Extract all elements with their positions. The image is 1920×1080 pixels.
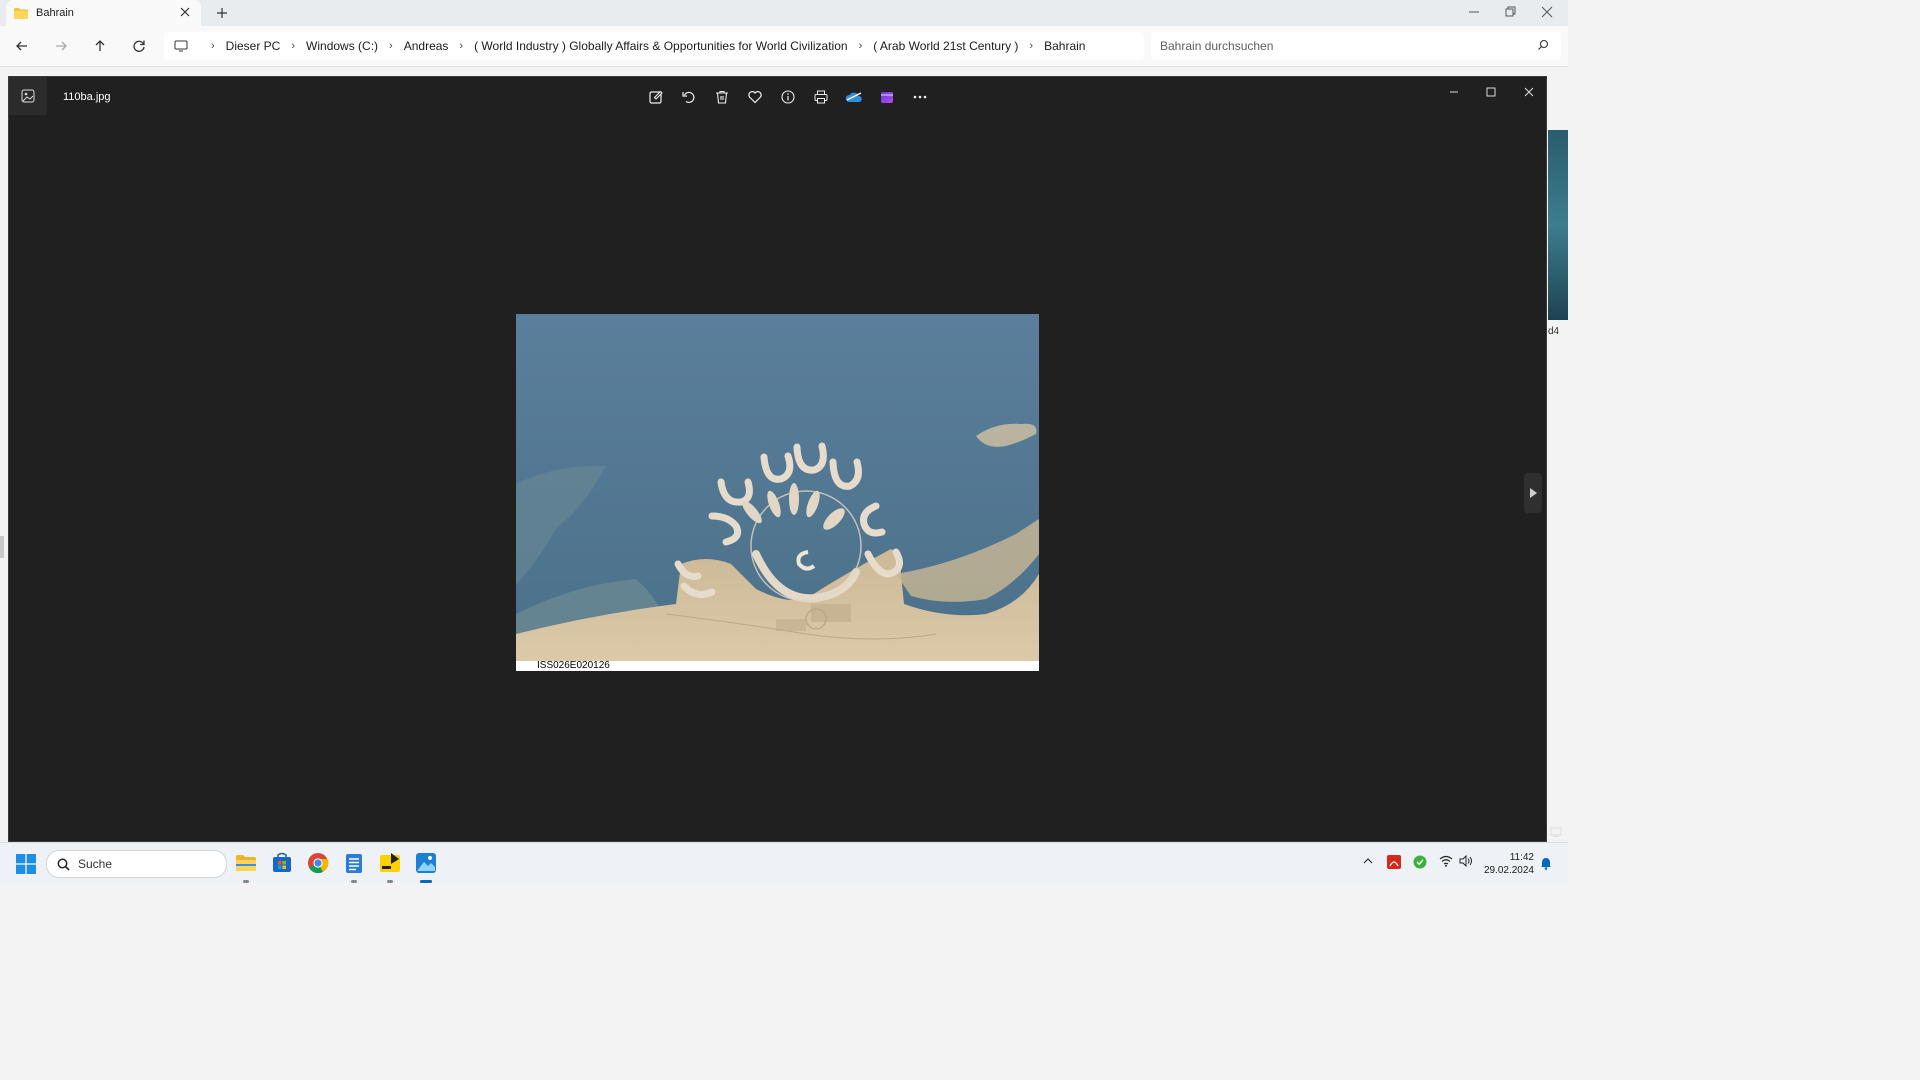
chevron-right-icon[interactable]: › <box>859 40 863 52</box>
restore-icon[interactable] <box>1501 4 1519 20</box>
search-icon <box>57 858 70 871</box>
background-window-thumbnail <box>1548 130 1568 320</box>
print-icon[interactable] <box>804 88 837 106</box>
acrobat-tray-icon[interactable] <box>1387 855 1401 869</box>
security-tray-icon[interactable] <box>1413 855 1427 869</box>
rotate-icon[interactable] <box>672 88 705 106</box>
viewer-minimize-icon[interactable] <box>1447 85 1461 99</box>
chevron-right-icon[interactable]: › <box>211 40 215 52</box>
more-icon[interactable] <box>903 88 936 106</box>
notepad-icon[interactable] <box>342 851 366 883</box>
start-button[interactable] <box>16 854 36 874</box>
favorite-icon[interactable] <box>738 88 771 106</box>
photos-app-icon[interactable] <box>9 77 47 115</box>
show-hidden-icons-icon[interactable] <box>1362 855 1374 867</box>
fullscreen-icon[interactable] <box>1550 827 1562 837</box>
search-input[interactable]: Bahrain durchsuchen <box>1151 32 1561 60</box>
back-icon[interactable] <box>14 38 30 54</box>
chrome-icon[interactable] <box>306 851 330 875</box>
photos-icon[interactable] <box>414 851 438 883</box>
address-bar: › Dieser PC › Windows (C:) › Andreas › (… <box>0 26 1568 67</box>
breadcrumb-item[interactable]: Windows (C:) <box>306 39 378 53</box>
chevron-right-icon[interactable]: › <box>459 40 463 52</box>
up-icon[interactable] <box>92 38 108 54</box>
play-right-icon <box>1530 488 1537 498</box>
title-bar: Bahrain <box>0 0 1568 26</box>
chevron-right-icon[interactable]: › <box>1029 40 1033 52</box>
breadcrumb-item[interactable]: Bahrain <box>1044 39 1085 53</box>
taskbar: Suche 11:42 29.02.2024 <box>0 842 1568 883</box>
clock-time: 11:42 <box>1509 852 1534 863</box>
resize-handle[interactable] <box>0 536 4 558</box>
volume-icon[interactable] <box>1459 855 1473 867</box>
refresh-icon[interactable] <box>131 38 147 54</box>
breadcrumb[interactable]: › Dieser PC › Windows (C:) › Andreas › (… <box>164 32 1144 60</box>
delete-icon[interactable] <box>705 88 738 106</box>
taskbar-search-input[interactable]: Suche <box>46 850 227 878</box>
search-placeholder: Bahrain durchsuchen <box>1160 39 1274 53</box>
viewer-toolbar <box>639 88 936 106</box>
clock-date: 29.02.2024 <box>1483 865 1534 876</box>
file-name: 110ba.jpg <box>63 91 111 103</box>
onedrive-icon[interactable] <box>837 88 870 106</box>
new-tab-icon[interactable] <box>214 5 230 21</box>
forward-icon[interactable] <box>53 38 69 54</box>
clipchamp-icon[interactable] <box>870 88 903 106</box>
photo-viewer-window: 110ba.jpg ISS026E020126 <box>8 76 1562 842</box>
close-tab-icon[interactable] <box>179 6 191 18</box>
chevron-right-icon[interactable]: › <box>389 40 393 52</box>
search-icon[interactable] <box>1537 39 1549 51</box>
photo-caption: ISS026E020126 <box>537 660 610 671</box>
background-file-label: d4 <box>1548 326 1560 337</box>
chevron-right-icon[interactable]: › <box>291 40 295 52</box>
notification-bell-icon[interactable] <box>1540 856 1552 870</box>
player-icon[interactable] <box>378 851 402 883</box>
photo-caption-strip: ISS026E020126 <box>516 660 1039 671</box>
breadcrumb-item[interactable]: Andreas <box>404 39 449 53</box>
breadcrumb-item[interactable]: ( World Industry ) Globally Affairs & Op… <box>474 39 847 53</box>
folder-icon <box>14 7 28 19</box>
file-explorer-icon[interactable] <box>234 851 258 883</box>
viewer-header: 110ba.jpg <box>9 77 1546 117</box>
close-window-icon[interactable] <box>1538 4 1556 20</box>
taskbar-clock[interactable]: 11:42 29.02.2024 <box>1478 851 1534 877</box>
viewer-maximize-icon[interactable] <box>1484 85 1498 99</box>
viewer-close-icon[interactable] <box>1522 85 1536 99</box>
edit-image-icon[interactable] <box>639 88 672 106</box>
wifi-icon[interactable] <box>1439 855 1453 867</box>
store-icon[interactable] <box>270 851 294 875</box>
windows-logo-icon <box>16 854 36 874</box>
next-image-button[interactable] <box>1524 473 1542 513</box>
tab-bahrain[interactable]: Bahrain <box>6 0 201 26</box>
minimize-icon[interactable] <box>1465 4 1483 20</box>
pc-icon[interactable] <box>174 40 188 52</box>
info-icon[interactable] <box>771 88 804 106</box>
tab-title: Bahrain <box>36 7 74 19</box>
breadcrumb-item[interactable]: ( Arab World 21st Century ) <box>873 39 1018 53</box>
displayed-photo: ISS026E020126 <box>516 314 1039 671</box>
taskbar-search-placeholder: Suche <box>78 857 113 871</box>
breadcrumb-item[interactable]: Dieser PC <box>226 39 281 53</box>
